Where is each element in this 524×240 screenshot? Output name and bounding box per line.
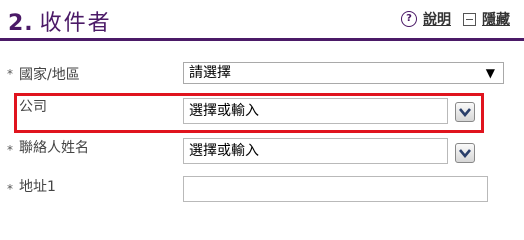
section-header: 2. 收件者 ? 說明 隱藏 bbox=[0, 0, 524, 38]
section-number: 2. bbox=[8, 11, 34, 36]
country-select[interactable]: 請選擇 ▼ bbox=[183, 62, 504, 84]
help-link[interactable]: 說明 bbox=[423, 9, 451, 29]
highlight-box bbox=[14, 93, 484, 133]
address1-input[interactable] bbox=[183, 176, 488, 202]
dropdown-arrow-icon: ▼ bbox=[485, 66, 495, 80]
chevron-down-icon bbox=[459, 149, 471, 158]
required-mark: * bbox=[7, 67, 13, 81]
address1-row: * 地址1 bbox=[0, 175, 524, 211]
address1-label: 地址1 bbox=[19, 179, 56, 195]
contact-row: * 聯絡人姓名 選擇或輸入 bbox=[0, 137, 524, 173]
hide-link[interactable]: 隱藏 bbox=[482, 9, 510, 29]
collapse-icon[interactable] bbox=[463, 12, 476, 26]
country-label: 國家/地區 bbox=[19, 67, 80, 83]
header-divider bbox=[0, 38, 524, 41]
contact-label: 聯絡人姓名 bbox=[19, 140, 89, 156]
country-select-value: 請選擇 bbox=[189, 65, 231, 81]
help-icon[interactable]: ? bbox=[401, 11, 417, 27]
header-links: ? 說明 隱藏 bbox=[401, 9, 510, 29]
section-title-text: 收件者 bbox=[39, 11, 112, 36]
required-mark: * bbox=[7, 182, 13, 196]
contact-dropdown-button[interactable] bbox=[455, 143, 475, 163]
section-title: 2. 收件者 bbox=[8, 5, 112, 37]
contact-input[interactable]: 選擇或輸入 bbox=[183, 138, 448, 164]
required-mark: * bbox=[7, 143, 13, 157]
